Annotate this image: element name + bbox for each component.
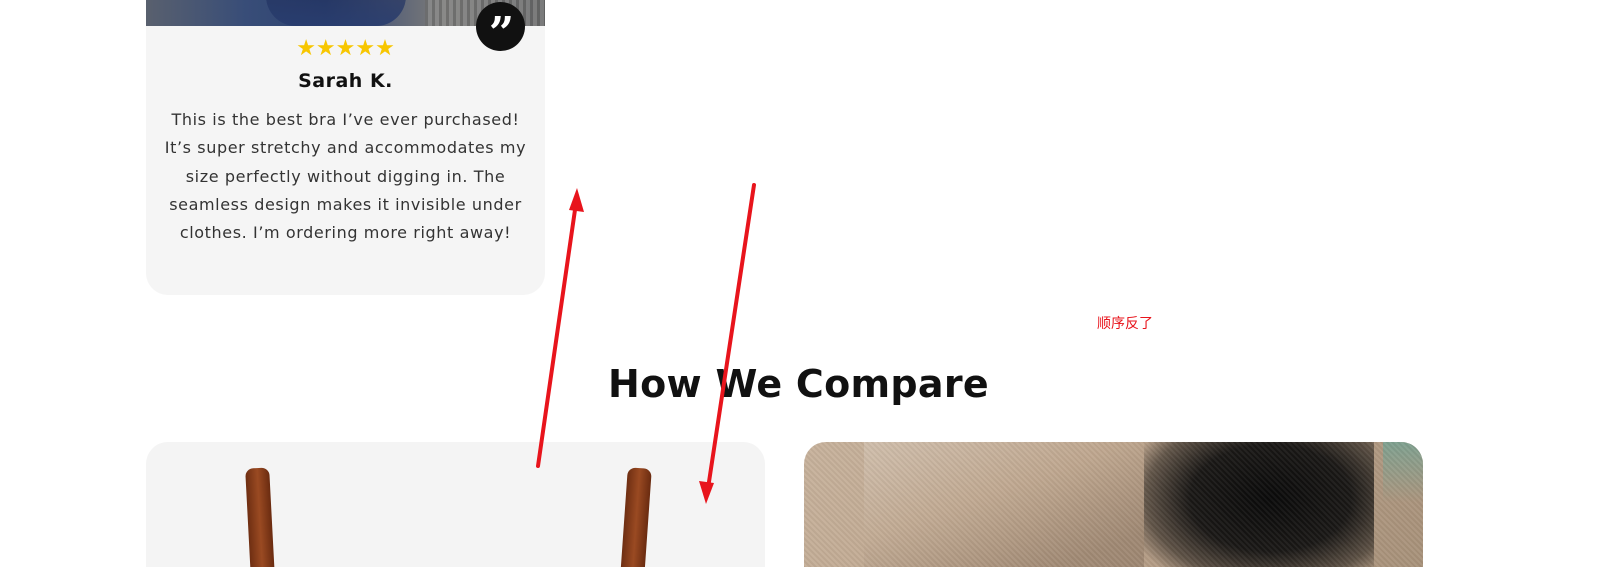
compare-card-left[interactable] xyxy=(146,442,765,567)
fabric-texture xyxy=(804,442,1423,567)
reviewer-name: Sarah K. xyxy=(298,70,393,92)
star-rating: ★★★★★ xyxy=(296,36,395,61)
review-card: ” ★★★★★ Sarah K. This is the best bra I’… xyxy=(146,0,545,295)
photo-shade xyxy=(266,0,406,26)
review-text: This is the best bra I’ve ever purchased… xyxy=(164,110,527,243)
bra-strap-right xyxy=(620,467,652,567)
annotation-note: 顺序反了 xyxy=(1097,316,1153,332)
bra-strap-left xyxy=(245,467,275,567)
arrow-up-head xyxy=(569,188,584,212)
section-title: How We Compare xyxy=(608,362,989,406)
compare-card-right[interactable] xyxy=(804,442,1423,567)
page: ” ★★★★★ Sarah K. This is the best bra I’… xyxy=(0,0,1597,567)
